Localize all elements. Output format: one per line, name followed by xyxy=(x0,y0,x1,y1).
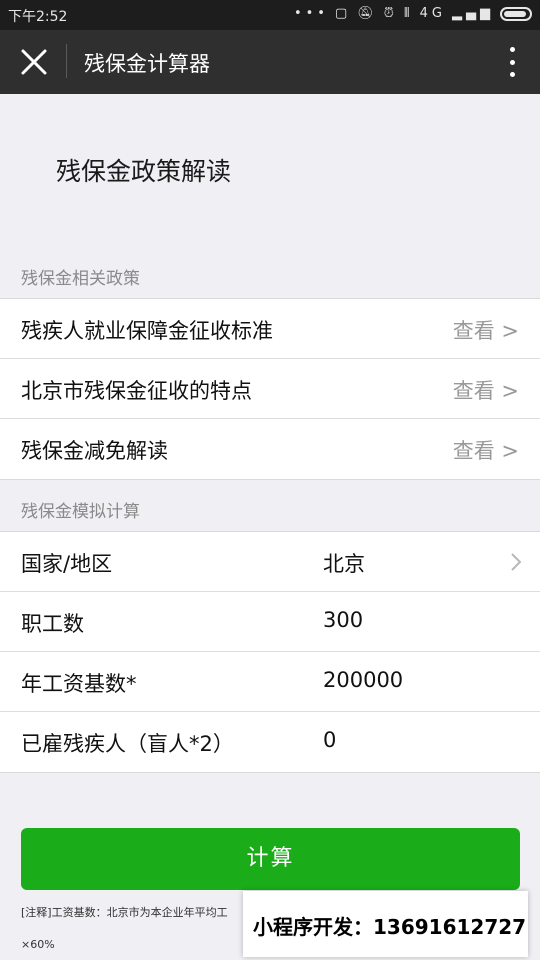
more-vertical-icon[interactable] xyxy=(504,44,520,80)
region-field[interactable]: 国家/地区 北京 xyxy=(0,532,540,592)
close-button[interactable] xyxy=(18,46,50,78)
note-text: [注释]工资基数：北京市为本企业年平均工 xyxy=(21,906,228,919)
salary-base-label: 年工资基数* xyxy=(21,672,137,696)
policy-item-reduction[interactable]: 残保金减免解读 查看 > xyxy=(0,419,540,479)
policy-item-label: 北京市残保金征收的特点 xyxy=(21,379,252,403)
note-text-continued: ×60% xyxy=(21,938,55,951)
app-title: 残保金计算器 xyxy=(84,52,210,76)
promo-banner: 小程序开发：13691612727 xyxy=(243,891,528,957)
region-label: 国家/地区 xyxy=(21,552,113,576)
signal-icon: ▂▄▆ xyxy=(452,6,494,21)
calc-section-label: 残保金模拟计算 xyxy=(21,502,140,522)
close-icon xyxy=(21,49,47,75)
salary-base-input[interactable]: 200000 xyxy=(323,668,403,692)
disabled-employees-label: 已雇残疾人（盲人*2） xyxy=(21,732,234,756)
employee-count-label: 职工数 xyxy=(21,612,84,636)
more-dots-icon: ••• xyxy=(293,6,329,21)
page-heading: 残保金政策解读 xyxy=(56,157,232,186)
disabled-employees-field[interactable]: 已雇残疾人（盲人*2） 0 xyxy=(0,712,540,772)
view-link[interactable]: 查看 > xyxy=(453,435,519,465)
calc-form: 国家/地区 北京 职工数 300 年工资基数* 200000 已雇残疾人（盲人*… xyxy=(0,531,540,773)
chevron-right-icon xyxy=(511,553,522,571)
mute-icon: 🔕︎ xyxy=(357,6,378,21)
employee-count-field[interactable]: 职工数 300 xyxy=(0,592,540,652)
signal-4g-icon: 4G xyxy=(419,6,446,21)
screen-icon: ▢ xyxy=(334,6,352,21)
battery-icon xyxy=(500,6,532,21)
view-link[interactable]: 查看 > xyxy=(453,375,519,405)
title-divider xyxy=(66,44,67,78)
vibrate-icon: ⦀ xyxy=(403,6,414,21)
calculate-button[interactable]: 计算 xyxy=(21,828,520,890)
policy-section-label: 残保金相关政策 xyxy=(21,269,140,289)
status-bar: 下午2:52 ••• ▢ 🔕︎ ⏰︎ ⦀ 4G ▂▄▆ xyxy=(0,0,540,30)
view-link[interactable]: 查看 > xyxy=(453,315,519,345)
status-time: 下午2:52 xyxy=(8,9,68,25)
policy-item-beijing[interactable]: 北京市残保金征收的特点 查看 > xyxy=(0,359,540,419)
salary-base-field[interactable]: 年工资基数* 200000 xyxy=(0,652,540,712)
status-icons: ••• ▢ 🔕︎ ⏰︎ ⦀ 4G ▂▄▆ xyxy=(294,6,532,21)
region-select[interactable]: 北京 xyxy=(323,548,365,578)
employee-count-input[interactable]: 300 xyxy=(323,608,363,632)
policy-list: 残疾人就业保障金征收标准 查看 > 北京市残保金征收的特点 查看 > 残保金减免… xyxy=(0,298,540,480)
policy-item-label: 残疾人就业保障金征收标准 xyxy=(21,319,273,343)
policy-item-standard[interactable]: 残疾人就业保障金征收标准 查看 > xyxy=(0,299,540,359)
title-bar: 残保金计算器 xyxy=(0,30,540,94)
alarm-icon: ⏰︎ xyxy=(383,6,398,21)
policy-item-label: 残保金减免解读 xyxy=(21,439,168,463)
disabled-employees-input[interactable]: 0 xyxy=(323,728,336,752)
